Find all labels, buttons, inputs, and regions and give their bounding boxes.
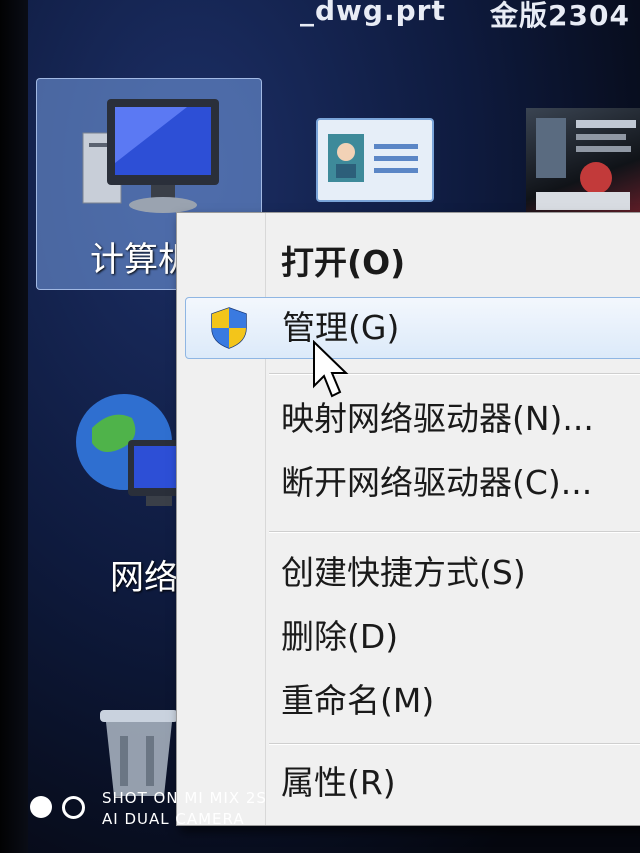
menu-item-label: 属性(R) (281, 763, 396, 802)
context-menu: 打开(O) 管理(G) 映射网络驱动器(N)... 断开网络驱动器(C)... … (176, 212, 640, 826)
network-label: 网络 (110, 558, 178, 598)
top-desktop-filenames: _dwg.prt 金版2304 (280, 0, 640, 40)
menu-item-delete[interactable]: 删除(D) (177, 607, 640, 667)
desktop-icon-recycle-bin[interactable] (94, 706, 184, 796)
menu-item-map-network-drive[interactable]: 映射网络驱动器(N)... (177, 389, 640, 449)
mouse-cursor-icon (313, 340, 349, 398)
menu-item-create-shortcut[interactable]: 创建快捷方式(S) (177, 543, 640, 603)
desktop-icon-photo[interactable] (526, 108, 640, 220)
menu-item-label: 删除(D) (281, 617, 399, 656)
menu-item-label: 打开(O) (281, 243, 406, 282)
menu-item-label: 创建快捷方式(S) (281, 553, 526, 592)
desktop-icon-contact[interactable] (316, 118, 434, 202)
desktop-icon-network[interactable] (72, 388, 192, 518)
menu-separator (269, 743, 640, 745)
menu-item-disconnect-network-drive[interactable]: 断开网络驱动器(C)... (177, 453, 640, 513)
uac-shield-icon (211, 307, 247, 349)
recycle-bin-icon (100, 710, 178, 796)
image-thumbnail-icon (536, 118, 636, 210)
watermark-line-1: SHOT ON MI MIX 2S (102, 789, 267, 807)
watermark-dot-icon (30, 796, 52, 818)
menu-item-label: 断开网络驱动器(C)... (281, 463, 593, 502)
computer-icon (82, 99, 219, 213)
menu-item-rename[interactable]: 重命名(M) (177, 671, 640, 731)
desktop-file-dwg[interactable]: _dwg.prt (300, 0, 446, 27)
watermark-line-2: AI DUAL CAMERA (102, 810, 245, 828)
desktop-file-jinban[interactable]: 金版2304 (490, 0, 630, 34)
menu-item-label: 重命名(M) (281, 681, 435, 720)
menu-separator (269, 531, 640, 533)
camera-watermark: SHOT ON MI MIX 2S AI DUAL CAMERA (102, 788, 267, 830)
network-globe-icon (76, 394, 190, 506)
watermark-ring-icon (62, 796, 85, 819)
menu-item-open[interactable]: 打开(O) (177, 233, 640, 293)
menu-item-manage[interactable]: 管理(G) (185, 297, 640, 359)
contact-card-icon (328, 134, 418, 182)
monitor-bezel (0, 0, 28, 853)
